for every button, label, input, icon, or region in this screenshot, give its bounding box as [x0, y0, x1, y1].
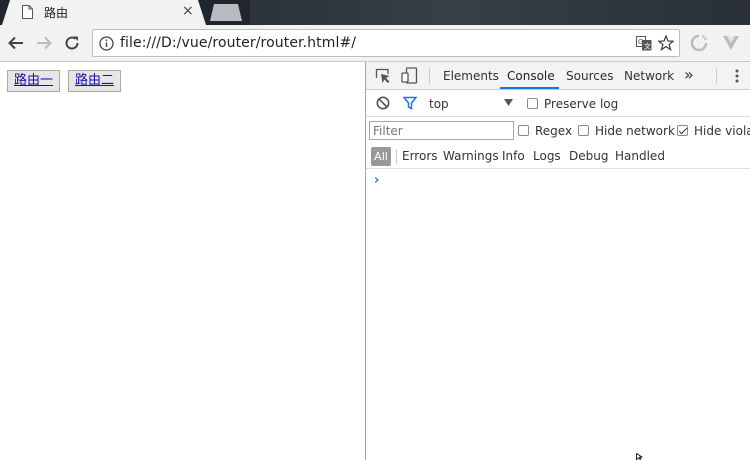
context-selector[interactable]: top: [429, 97, 449, 111]
filter-input[interactable]: [369, 121, 514, 140]
page-content: 路由一 路由二: [0, 62, 365, 460]
filter-icon[interactable]: [403, 96, 417, 110]
level-info[interactable]: Info: [502, 149, 525, 163]
hide-violations-label: Hide violat: [694, 124, 750, 138]
hide-violations-checkbox[interactable]: [677, 125, 688, 136]
forward-button[interactable]: [34, 33, 54, 53]
divider: [429, 68, 430, 84]
reload-icon: [65, 36, 79, 50]
regex-label: Regex: [535, 124, 573, 138]
browser-tab[interactable]: 路由 ×: [2, 0, 206, 25]
console-toolbar: top Preserve log: [366, 90, 750, 117]
reload-button[interactable]: [62, 33, 82, 53]
page-icon: [22, 5, 33, 19]
level-errors[interactable]: Errors: [402, 149, 438, 163]
new-tab-button[interactable]: [210, 4, 242, 21]
back-arrow-icon: [8, 36, 23, 50]
tab-console[interactable]: Console: [507, 69, 555, 83]
inspect-element-icon[interactable]: [375, 68, 391, 84]
level-logs[interactable]: Logs: [533, 149, 561, 163]
level-all-button[interactable]: All: [371, 147, 391, 166]
tab-title: 路由: [44, 6, 69, 20]
url-text[interactable]: file:///D:/vue/router/router.html#/: [120, 35, 356, 51]
devtools-tabbar: Elements Console Sources Network »: [366, 62, 750, 90]
log-levels-row: All Errors Warnings Info Logs Debug Hand…: [366, 144, 750, 169]
hide-network-label: Hide network: [595, 124, 675, 138]
level-debug[interactable]: Debug: [569, 149, 608, 163]
preserve-log-checkbox[interactable]: [527, 98, 538, 109]
tab-elements[interactable]: Elements: [443, 69, 499, 83]
dropdown-arrow-icon[interactable]: [504, 99, 513, 106]
svg-text:G: G: [638, 38, 643, 46]
regex-checkbox[interactable]: [518, 125, 529, 136]
forward-arrow-icon: [37, 36, 52, 50]
active-tab-indicator: [500, 87, 559, 89]
tab-sources[interactable]: Sources: [566, 69, 613, 83]
svg-text:文: 文: [644, 42, 651, 51]
info-icon[interactable]: [99, 36, 114, 51]
level-handled[interactable]: Handled: [615, 149, 665, 163]
vue-devtools-icon[interactable]: [722, 33, 740, 53]
route-link-1[interactable]: 路由一: [7, 70, 61, 92]
tab-close-icon[interactable]: ×: [182, 3, 194, 19]
level-warnings[interactable]: Warnings: [443, 149, 499, 163]
bookmark-star-icon[interactable]: [658, 35, 674, 51]
back-button[interactable]: [6, 33, 26, 53]
clear-console-icon[interactable]: [376, 96, 390, 110]
more-tabs-icon[interactable]: »: [684, 65, 694, 84]
route-link-2[interactable]: 路由二: [68, 70, 122, 92]
extension-icon[interactable]: [689, 33, 709, 53]
hide-network-checkbox[interactable]: [578, 125, 589, 136]
mouse-cursor-icon: [636, 453, 644, 460]
console-prompt[interactable]: ›: [374, 173, 379, 188]
tab-network[interactable]: Network: [624, 69, 674, 83]
translate-icon[interactable]: G 文: [636, 36, 652, 51]
console-filter-row: Regex Hide network Hide violat: [366, 117, 750, 144]
device-toolbar-icon[interactable]: [401, 67, 418, 84]
address-bar[interactable]: file:///D:/vue/router/router.html#/ G 文: [92, 29, 680, 57]
kebab-menu-icon[interactable]: [734, 68, 740, 84]
tab-strip: 路由 ×: [0, 0, 750, 25]
devtools-panel: Elements Console Sources Network » top P…: [365, 62, 750, 460]
divider: [716, 68, 717, 84]
preserve-log-label: Preserve log: [544, 97, 619, 111]
window-background: [250, 0, 750, 25]
divider: [396, 149, 397, 164]
browser-toolbar: file:///D:/vue/router/router.html#/ G 文: [0, 25, 750, 62]
